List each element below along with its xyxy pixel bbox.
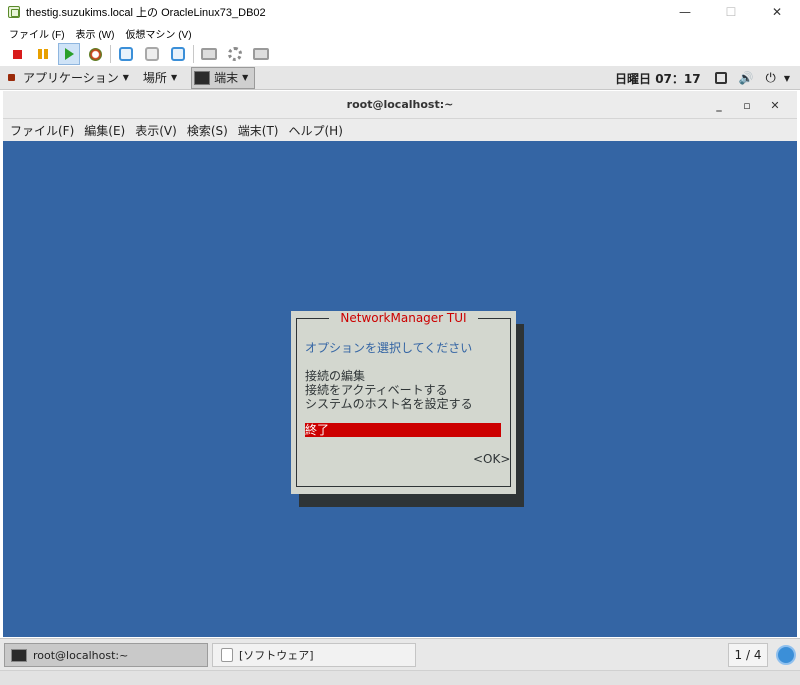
vm-window-title: thestig.suzukims.local 上の OracleLinux73_… <box>26 7 266 19</box>
terminal-menu-terminal[interactable]: 端末(T) <box>238 122 279 139</box>
places-label: 場所 <box>142 71 167 85</box>
chevron-down-icon: ▼ <box>242 73 249 82</box>
vm-menu-vm[interactable]: 仮想マシン (V) <box>125 26 191 41</box>
terminal-menu-help[interactable]: ヘルプ(H) <box>289 122 343 139</box>
vm-window-titlebar[interactable]: thestig.suzukims.local 上の OracleLinux73_… <box>0 0 800 24</box>
menu-item-set-hostname[interactable]: システムのホスト名を設定する <box>305 395 473 412</box>
network-icon <box>201 48 217 60</box>
terminal-app-menu[interactable]: 端末 ▼ <box>191 66 256 89</box>
terminal-menu-edit[interactable]: 編集(E) <box>84 122 125 139</box>
task-software[interactable]: [ソフトウェア] <box>212 643 416 667</box>
applications-icon <box>8 74 15 81</box>
clock[interactable]: 日曜日 07：17 <box>615 70 701 87</box>
bottom-taskbar: root@localhost:~ [ソフトウェア] 1 / 4 <box>0 638 800 670</box>
gnome-top-panel: アプリケーション ▼ 場所 ▼ 端末 ▼ 日曜日 07：17 🔊 ⏻ ▼ <box>0 66 800 90</box>
toolbar-separator <box>110 45 111 63</box>
dialog-title: NetworkManager TUI <box>329 311 478 325</box>
play-icon <box>64 48 74 60</box>
snapshot-button[interactable] <box>115 43 137 65</box>
terminal-titlebar[interactable]: root@localhost:~ _ ▫ ✕ <box>3 91 797 119</box>
snapshot-manager-button[interactable] <box>167 43 189 65</box>
terminal-menu-view[interactable]: 表示(V) <box>135 122 177 139</box>
vm-toolbar <box>0 42 800 66</box>
places-menu[interactable]: 場所 ▼ <box>143 69 177 86</box>
reset-icon <box>88 47 102 61</box>
menu-item-quit-selected[interactable]: 終了 <box>305 423 501 437</box>
applications-menu[interactable]: アプリケーション ▼ <box>23 69 129 86</box>
snapshot-manage-icon <box>171 47 185 61</box>
terminal-title: root@localhost:~ <box>346 98 454 111</box>
vm-menubar: ファイル (F) 表示 (W) 仮想マシン (V) <box>0 24 800 42</box>
applications-label: アプリケーション <box>23 71 119 85</box>
power-on-button[interactable] <box>58 43 80 65</box>
close-button[interactable]: ✕ <box>754 0 800 24</box>
terminal-maximize-button[interactable]: ▫ <box>733 99 761 112</box>
vmware-app-icon <box>8 6 20 18</box>
terminal-icon <box>11 648 27 662</box>
network-button[interactable] <box>198 43 220 65</box>
settings-button[interactable] <box>224 43 246 65</box>
toolbar-separator <box>193 45 194 63</box>
vm-menu-file[interactable]: ファイル (F) <box>9 26 65 41</box>
power-icon[interactable]: ⏻ <box>766 71 776 86</box>
terminal-menu-search[interactable]: 検索(S) <box>187 122 228 139</box>
dialog-prompt: オプションを選択してください <box>305 341 473 355</box>
terminal-minimize-button[interactable]: _ <box>705 99 733 112</box>
terminal-menubar: ファイル(F) 編集(E) 表示(V) 検索(S) 端末(T) ヘルプ(H) <box>3 119 797 141</box>
minimize-button[interactable]: — <box>662 0 708 24</box>
workspace-switcher[interactable]: 1 / 4 <box>728 643 768 667</box>
reset-button[interactable] <box>84 43 106 65</box>
ok-button[interactable]: <OK> <box>473 452 510 466</box>
vm-status-bar <box>0 670 800 685</box>
power-off-button[interactable] <box>6 43 28 65</box>
revert-snapshot-button[interactable] <box>141 43 163 65</box>
workspace-indicator-icon[interactable] <box>776 645 796 665</box>
snapshot-icon <box>119 47 133 61</box>
revert-snapshot-icon <box>145 47 159 61</box>
volume-icon[interactable]: 🔊 <box>739 71 754 85</box>
stop-icon <box>12 49 22 59</box>
chevron-down-icon[interactable]: ▼ <box>784 74 790 83</box>
suspend-button[interactable] <box>32 43 54 65</box>
software-icon <box>221 648 233 662</box>
terminal-menu-file[interactable]: ファイル(F) <box>10 122 74 139</box>
chevron-down-icon: ▼ <box>170 73 178 82</box>
vm-menu-view[interactable]: 表示 (W) <box>76 26 115 41</box>
chevron-down-icon: ▼ <box>122 73 129 82</box>
maximize-button[interactable]: ☐ <box>708 0 754 24</box>
terminal-close-button[interactable]: ✕ <box>761 99 789 112</box>
share-button[interactable] <box>250 43 272 65</box>
task-terminal[interactable]: root@localhost:~ <box>4 643 208 667</box>
task-software-label: [ソフトウェア] <box>239 649 314 662</box>
terminal-icon <box>194 70 211 85</box>
terminal-app-label: 端末 <box>214 71 239 85</box>
settings-icon <box>228 47 242 61</box>
share-icon <box>253 48 269 60</box>
nmtui-dialog: NetworkManager TUI オプションを選択してください 接続の編集 … <box>291 311 516 494</box>
screen-icon[interactable] <box>714 72 727 84</box>
task-terminal-label: root@localhost:~ <box>33 648 129 662</box>
pause-icon <box>38 49 48 59</box>
